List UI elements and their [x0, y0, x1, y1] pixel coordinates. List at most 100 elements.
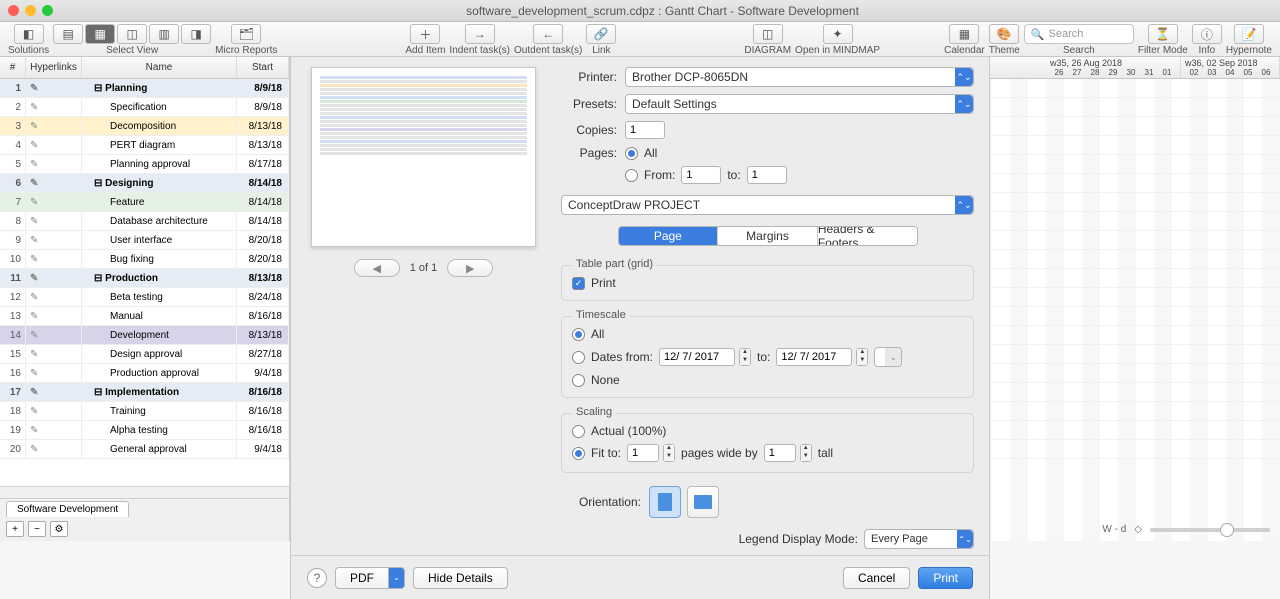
table-row[interactable]: 11✎⊟ Production8/13/18: [0, 269, 289, 288]
next-page-button[interactable]: ▶: [447, 259, 493, 277]
outdent-button[interactable]: ←: [533, 24, 563, 44]
info-button[interactable]: ⓘ: [1192, 24, 1222, 44]
table-row[interactable]: 9✎User interface8/20/18: [0, 231, 289, 250]
sheet-tab[interactable]: Software Development: [6, 501, 129, 517]
prev-page-button[interactable]: ◀: [354, 259, 400, 277]
add-item-button[interactable]: ＋: [410, 24, 440, 44]
timescale-date2-input[interactable]: [776, 348, 852, 366]
col-hyperlinks[interactable]: Hyperlinks: [26, 57, 82, 78]
solutions-label: Solutions: [8, 45, 49, 56]
diagram-button[interactable]: ◫: [753, 24, 783, 44]
pages-from-label: From:: [644, 168, 675, 182]
tab-headers-footers[interactable]: Headers & Footers: [818, 227, 917, 245]
table-row[interactable]: 7✎Feature8/14/18: [0, 193, 289, 212]
presets-label: Presets:: [561, 97, 617, 111]
table-row[interactable]: 20✎General approval9/4/18: [0, 440, 289, 459]
timescale-none-radio[interactable]: [572, 374, 585, 387]
grid-body[interactable]: 1✎⊟ Planning8/9/182✎Specification8/9/183…: [0, 79, 289, 486]
table-row[interactable]: 17✎⊟ Implementation8/16/18: [0, 383, 289, 402]
table-row[interactable]: 14✎Development8/13/18: [0, 326, 289, 345]
view-5-button[interactable]: ◨: [181, 24, 211, 44]
timescale-dates-label: Dates from:: [591, 350, 653, 364]
col-start[interactable]: Start: [237, 57, 289, 78]
sheet-settings-button[interactable]: ⚙: [50, 521, 68, 537]
zoom-stepper-icon[interactable]: ◇: [1134, 524, 1142, 535]
micro-reports-button[interactable]: 🗂: [231, 24, 261, 44]
table-row[interactable]: 13✎Manual8/16/18: [0, 307, 289, 326]
pages-from-input[interactable]: [681, 166, 721, 184]
pages-to-input[interactable]: [747, 166, 787, 184]
orientation-label: Orientation:: [561, 495, 641, 509]
timescale-extra-select[interactable]: ⌄: [874, 347, 902, 367]
copies-label: Copies:: [561, 123, 617, 137]
scaling-fitto-radio[interactable]: [572, 447, 585, 460]
window-title: software_development_scrum.cdpz : Gantt …: [53, 4, 1272, 18]
cancel-button[interactable]: Cancel: [843, 567, 910, 589]
add-sheet-button[interactable]: +: [6, 521, 24, 537]
search-input[interactable]: 🔍Search: [1024, 24, 1134, 44]
col-number[interactable]: #: [0, 57, 26, 78]
timescale-all-label: All: [591, 327, 604, 341]
horizontal-scrollbar[interactable]: [0, 486, 289, 498]
theme-button[interactable]: 🎨: [989, 24, 1019, 44]
remove-sheet-button[interactable]: −: [28, 521, 46, 537]
table-row[interactable]: 5✎Planning approval8/17/18: [0, 155, 289, 174]
table-row[interactable]: 10✎Bug fixing8/20/18: [0, 250, 289, 269]
filter-button[interactable]: ⏳: [1148, 24, 1178, 44]
scaling-fitto-label: Fit to:: [591, 446, 621, 460]
view-1-button[interactable]: ▤: [53, 24, 83, 44]
table-row[interactable]: 1✎⊟ Planning8/9/18: [0, 79, 289, 98]
presets-select[interactable]: Default Settings⌃⌄: [625, 94, 974, 114]
legend-select[interactable]: Every Page⌃⌄: [864, 529, 974, 549]
orientation-landscape[interactable]: [687, 486, 719, 518]
table-row[interactable]: 12✎Beta testing8/24/18: [0, 288, 289, 307]
orientation-portrait[interactable]: [649, 486, 681, 518]
table-row[interactable]: 18✎Training8/16/18: [0, 402, 289, 421]
table-row[interactable]: 16✎Production approval9/4/18: [0, 364, 289, 383]
tab-margins[interactable]: Margins: [718, 227, 818, 245]
indent-button[interactable]: →: [465, 24, 495, 44]
fit-tall-stepper[interactable]: ▲▼: [800, 444, 812, 462]
hide-details-button[interactable]: Hide Details: [413, 567, 508, 589]
date1-stepper[interactable]: ▲▼: [739, 348, 751, 366]
minimize-window-button[interactable]: [25, 5, 36, 16]
copies-input[interactable]: [625, 121, 665, 139]
table-row[interactable]: 2✎Specification8/9/18: [0, 98, 289, 117]
fit-wide-stepper[interactable]: ▲▼: [663, 444, 675, 462]
link-button[interactable]: 🔗: [586, 24, 616, 44]
zoom-window-button[interactable]: [42, 5, 53, 16]
fit-tall-input[interactable]: [764, 444, 796, 462]
fit-wide-input[interactable]: [627, 444, 659, 462]
view-3-button[interactable]: ◫: [117, 24, 147, 44]
table-row[interactable]: 8✎Database architecture8/14/18: [0, 212, 289, 231]
close-window-button[interactable]: [8, 5, 19, 16]
date2-stepper[interactable]: ▲▼: [856, 348, 868, 366]
tablepart-print-checkbox[interactable]: ✓: [572, 277, 585, 290]
calendar-button[interactable]: ▦: [949, 24, 979, 44]
table-row[interactable]: 6✎⊟ Designing8/14/18: [0, 174, 289, 193]
timescale-date1-input[interactable]: [659, 348, 735, 366]
view-gantt-button[interactable]: ▦: [85, 24, 115, 44]
pages-range-radio[interactable]: [625, 169, 638, 182]
table-row[interactable]: 19✎Alpha testing8/16/18: [0, 421, 289, 440]
table-row[interactable]: 3✎Decomposition8/13/18: [0, 117, 289, 136]
view-4-button[interactable]: ▥: [149, 24, 179, 44]
printer-select[interactable]: Brother DCP-8065DN⌃⌄: [625, 67, 974, 87]
hypernote-button[interactable]: 📝: [1234, 24, 1264, 44]
timescale-title: Timescale: [572, 309, 630, 321]
print-button[interactable]: Print: [918, 567, 973, 589]
table-row[interactable]: 15✎Design approval8/27/18: [0, 345, 289, 364]
pages-all-radio[interactable]: [625, 147, 638, 160]
timescale-all-radio[interactable]: [572, 328, 585, 341]
zoom-slider[interactable]: [1150, 528, 1270, 532]
mindmap-button[interactable]: ✦: [823, 24, 853, 44]
tab-page[interactable]: Page: [619, 227, 719, 245]
scaling-actual-radio[interactable]: [572, 425, 585, 438]
timescale-dates-radio[interactable]: [572, 351, 585, 364]
help-button[interactable]: ?: [307, 568, 327, 588]
col-name[interactable]: Name: [82, 57, 237, 78]
table-row[interactable]: 4✎PERT diagram8/13/18: [0, 136, 289, 155]
solutions-button[interactable]: ◧: [14, 24, 44, 44]
app-section-select[interactable]: ConceptDraw PROJECT⌃⌄: [561, 195, 974, 215]
pdf-dropdown-button[interactable]: PDF⌄: [335, 567, 405, 589]
